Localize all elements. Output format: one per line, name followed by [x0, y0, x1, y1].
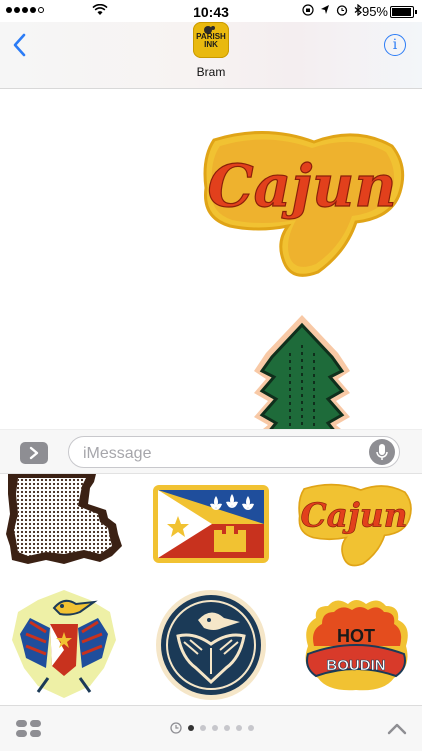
- alligator-sticker[interactable]: [246, 313, 358, 429]
- sticker-drawer: Cajun HOT BOUDIN: [0, 473, 422, 706]
- cajun-text: Cajun: [207, 152, 396, 220]
- cajun-text: Cajun: [300, 495, 407, 534]
- page-dot[interactable]: [188, 725, 194, 731]
- boudin-text: BOUDIN: [326, 657, 385, 674]
- info-button[interactable]: i: [384, 34, 406, 56]
- app-drawer-bar: [0, 705, 422, 751]
- status-bar: 10:43 95%: [0, 0, 422, 22]
- chevron-right-icon: [29, 446, 39, 460]
- page-dot[interactable]: [224, 725, 230, 731]
- message-transcript: Cajun: [0, 89, 422, 429]
- conversation-header: PARISH INK Bram i: [0, 22, 422, 89]
- hot-boudin-sticker[interactable]: HOT BOUDIN: [298, 596, 414, 694]
- cajun-sticker[interactable]: Cajun: [196, 122, 408, 282]
- message-input-bar: iMessage: [0, 429, 422, 474]
- page-dot[interactable]: [236, 725, 242, 731]
- cajun-sticker-small[interactable]: Cajun: [294, 478, 414, 570]
- app-grid-icon[interactable]: [16, 720, 42, 738]
- pelican-medallion-sticker[interactable]: [154, 588, 268, 702]
- battery-percentage: 95%: [361, 4, 388, 19]
- clock-icon[interactable]: [170, 722, 182, 734]
- contact-name[interactable]: Bram: [0, 65, 422, 79]
- apps-toggle-button[interactable]: [20, 442, 48, 464]
- bluetooth-icon: [354, 4, 362, 16]
- acadiana-flag-sticker[interactable]: [152, 484, 270, 564]
- contact-avatar[interactable]: PARISH INK: [193, 22, 229, 58]
- microphone-icon: [376, 444, 388, 460]
- louisiana-state-sticker[interactable]: [4, 474, 126, 572]
- alarm-icon: [336, 5, 348, 16]
- orientation-lock-icon: [302, 4, 314, 16]
- pelican-crest-sticker[interactable]: [10, 588, 118, 700]
- message-placeholder: iMessage: [83, 445, 152, 462]
- location-icon: [321, 5, 329, 14]
- microphone-button[interactable]: [369, 439, 395, 465]
- page-dot[interactable]: [212, 725, 218, 731]
- page-dot[interactable]: [200, 725, 206, 731]
- page-indicator[interactable]: [170, 722, 254, 734]
- page-dot[interactable]: [248, 725, 254, 731]
- chevron-left-icon[interactable]: [10, 32, 30, 58]
- hot-text: HOT: [337, 626, 375, 646]
- chevron-up-icon[interactable]: [386, 722, 408, 736]
- avatar-text: PARISH INK: [196, 32, 226, 49]
- battery-icon: [390, 6, 417, 18]
- message-input[interactable]: iMessage: [68, 436, 400, 468]
